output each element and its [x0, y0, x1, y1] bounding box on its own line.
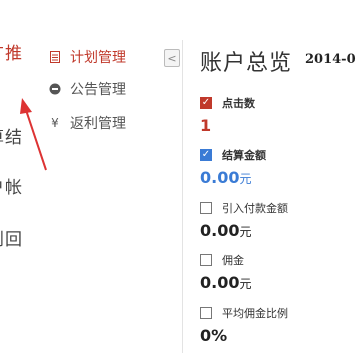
menu-item-plan-management[interactable]: 计划管理	[48, 46, 158, 68]
menu-label: 计划管理	[70, 50, 126, 66]
divider	[182, 40, 183, 353]
checkbox-checked[interactable]: ✓	[200, 149, 212, 161]
date-label: 2014-03	[305, 52, 356, 67]
metric-value: 0%	[200, 326, 228, 345]
metric-value: 0.00元	[200, 168, 252, 187]
annotation-arrow	[20, 98, 47, 171]
nav-promotion-management[interactable]: 推广管理	[0, 44, 21, 61]
nav-settlement[interactable]: 结算	[0, 128, 21, 145]
metric-introduced-payment: 引入付款金额 0.00元	[200, 199, 288, 240]
metric-toggle[interactable]: 佣金	[200, 251, 252, 269]
checkbox-unchecked[interactable]	[200, 254, 212, 266]
metric-label: 引入付款金额	[222, 202, 288, 215]
metric-clicks: ✓ 点击数 1	[200, 94, 255, 135]
menu-label: 公告管理	[70, 82, 126, 98]
checkbox-unchecked[interactable]	[200, 307, 212, 319]
metric-label: 点击数	[222, 97, 255, 110]
page-title: 账户总览	[200, 51, 293, 76]
checkbox-unchecked[interactable]	[200, 202, 212, 214]
menu-item-rebate-management[interactable]: ¥ 返利管理	[48, 112, 158, 134]
metric-toggle[interactable]: ✓ 结算金额	[200, 146, 266, 164]
chat-bubble-icon	[48, 83, 62, 95]
metric-value: 0.00元	[200, 273, 252, 292]
nav-back-to-old-version[interactable]: 回到旧版	[0, 230, 21, 247]
metric-label: 结算金额	[222, 149, 266, 162]
menu-label: 返利管理	[70, 116, 126, 132]
metric-value: 1	[200, 116, 212, 135]
metric-label: 平均佣金比例	[222, 307, 288, 320]
metric-toggle[interactable]: 引入付款金额	[200, 199, 288, 217]
metric-average-commission-rate: 平均佣金比例 0%	[200, 304, 288, 345]
metric-toggle[interactable]: ✓ 点击数	[200, 94, 255, 112]
nav-account[interactable]: 帐户	[0, 178, 21, 195]
metric-label: 佣金	[222, 254, 244, 267]
metric-toggle[interactable]: 平均佣金比例	[200, 304, 288, 322]
document-icon	[48, 51, 62, 63]
metric-commission: 佣金 0.00元	[200, 251, 252, 292]
metric-value: 0.00元	[200, 221, 252, 240]
menu-item-announcement-management[interactable]: 公告管理	[48, 78, 158, 100]
checkbox-checked[interactable]: ✓	[200, 97, 212, 109]
collapse-sidebar-button[interactable]: <	[164, 49, 180, 67]
metric-settlement-amount: ✓ 结算金额 0.00元	[200, 146, 266, 187]
yen-icon: ¥	[51, 116, 59, 130]
